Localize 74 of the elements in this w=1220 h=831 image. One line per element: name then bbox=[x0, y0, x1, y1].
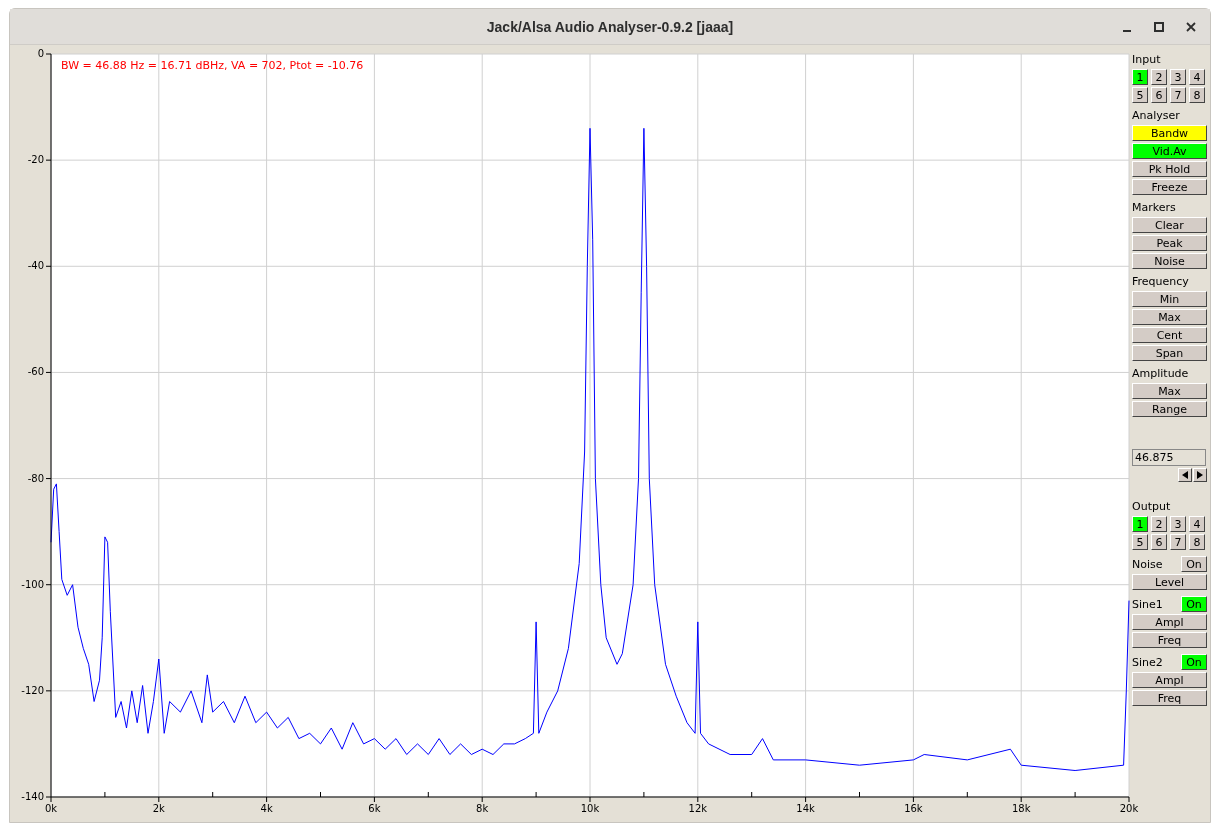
channel-button[interactable]: 2 bbox=[1151, 516, 1167, 532]
left-triangle-icon bbox=[1182, 471, 1188, 479]
channel-button[interactable]: 5 bbox=[1132, 87, 1148, 103]
window-title: Jack/Alsa Audio Analyser-0.9.2 [jaaa] bbox=[486, 18, 734, 35]
channel-button[interactable]: 8 bbox=[1189, 534, 1205, 550]
panel-button[interactable]: Level bbox=[1132, 574, 1207, 590]
section-heading: Output bbox=[1132, 500, 1172, 514]
axis-label: 16k bbox=[904, 803, 923, 814]
toggle-button[interactable]: On bbox=[1181, 556, 1207, 572]
panel-button[interactable]: Bandw bbox=[1132, 125, 1207, 141]
left-arrow-button[interactable] bbox=[1178, 468, 1192, 482]
right-arrow-button[interactable] bbox=[1193, 468, 1207, 482]
axis-label: 4k bbox=[260, 803, 273, 814]
axis-label: -100 bbox=[21, 578, 44, 590]
axis-label: -140 bbox=[21, 791, 44, 802]
channel-button[interactable]: 6 bbox=[1151, 87, 1167, 103]
axis-label: 18k bbox=[1011, 803, 1031, 814]
toggle-label: Sine1 bbox=[1132, 597, 1163, 611]
axis-label: 12k bbox=[688, 803, 708, 814]
panel-button[interactable]: Freeze bbox=[1132, 179, 1207, 195]
channel-button[interactable]: 4 bbox=[1189, 69, 1205, 85]
panel-button[interactable]: Ampl bbox=[1132, 614, 1207, 630]
channel-button[interactable]: 5 bbox=[1132, 534, 1148, 550]
channel-button[interactable]: 7 bbox=[1170, 87, 1186, 103]
axis-label: 2k bbox=[152, 803, 165, 814]
close-icon[interactable] bbox=[1186, 22, 1196, 32]
toggle-button[interactable]: On bbox=[1181, 596, 1207, 612]
axis-label: 20k bbox=[1119, 803, 1139, 814]
panel-button[interactable]: Min bbox=[1132, 291, 1207, 307]
axis-label: 8k bbox=[476, 803, 489, 814]
channel-button[interactable]: 2 bbox=[1151, 69, 1167, 85]
axis-label: -80 bbox=[27, 472, 44, 484]
panel-button[interactable]: Freq bbox=[1132, 632, 1207, 648]
panel-button[interactable]: Max bbox=[1132, 383, 1207, 399]
right-triangle-icon bbox=[1197, 471, 1203, 479]
channel-button[interactable]: 1 bbox=[1132, 516, 1148, 532]
section-heading: Amplitude bbox=[1132, 367, 1190, 381]
maximize-icon[interactable] bbox=[1154, 22, 1164, 32]
channel-button[interactable]: 3 bbox=[1170, 516, 1186, 532]
toggle-label: Sine2 bbox=[1132, 655, 1163, 669]
axis-label: -20 bbox=[27, 154, 44, 166]
measurement-readout: BW = 46.88 Hz = 16.71 dBHz, VA = 702, Ptot = -10.76 bbox=[61, 59, 364, 72]
section-heading: Markers bbox=[1132, 201, 1177, 215]
panel-button[interactable]: Pk Hold bbox=[1132, 161, 1207, 177]
axis-label: -40 bbox=[27, 260, 44, 272]
channel-button[interactable]: 4 bbox=[1189, 516, 1205, 532]
axis-label: 14k bbox=[796, 803, 815, 814]
channel-button[interactable]: 1 bbox=[1132, 69, 1148, 85]
panel-button[interactable]: Vid.Av bbox=[1132, 143, 1207, 159]
axis-label: -60 bbox=[27, 366, 44, 378]
panel-button[interactable]: Freq bbox=[1132, 690, 1207, 706]
channel-button[interactable]: 6 bbox=[1151, 534, 1167, 550]
axis-label: 0 bbox=[37, 48, 44, 59]
axis-label: -120 bbox=[21, 684, 44, 696]
panel-button[interactable]: Span bbox=[1132, 345, 1207, 361]
axis-label: 0k bbox=[44, 803, 58, 814]
panel-button[interactable]: Max bbox=[1132, 309, 1207, 325]
channel-button[interactable]: 8 bbox=[1189, 87, 1205, 103]
panel-button[interactable]: Noise bbox=[1132, 253, 1207, 269]
section-heading: Frequency bbox=[1132, 275, 1190, 289]
panel-button[interactable]: Range bbox=[1132, 401, 1207, 417]
panel-button[interactable]: Ampl bbox=[1132, 672, 1207, 688]
panel-button[interactable]: Cent bbox=[1132, 327, 1207, 343]
value-field[interactable]: 46.875 bbox=[1132, 449, 1206, 466]
section-heading: Input bbox=[1132, 53, 1162, 67]
axis-label: 6k bbox=[368, 803, 381, 814]
channel-button[interactable]: 7 bbox=[1170, 534, 1186, 550]
toggle-label: Noise bbox=[1132, 557, 1163, 571]
channel-button[interactable]: 3 bbox=[1170, 69, 1186, 85]
toggle-button[interactable]: On bbox=[1181, 654, 1207, 670]
panel-button[interactable]: Clear bbox=[1132, 217, 1207, 233]
panel-button[interactable]: Peak bbox=[1132, 235, 1207, 251]
axis-label: 10k bbox=[580, 803, 600, 814]
section-heading: Analyser bbox=[1132, 109, 1181, 123]
